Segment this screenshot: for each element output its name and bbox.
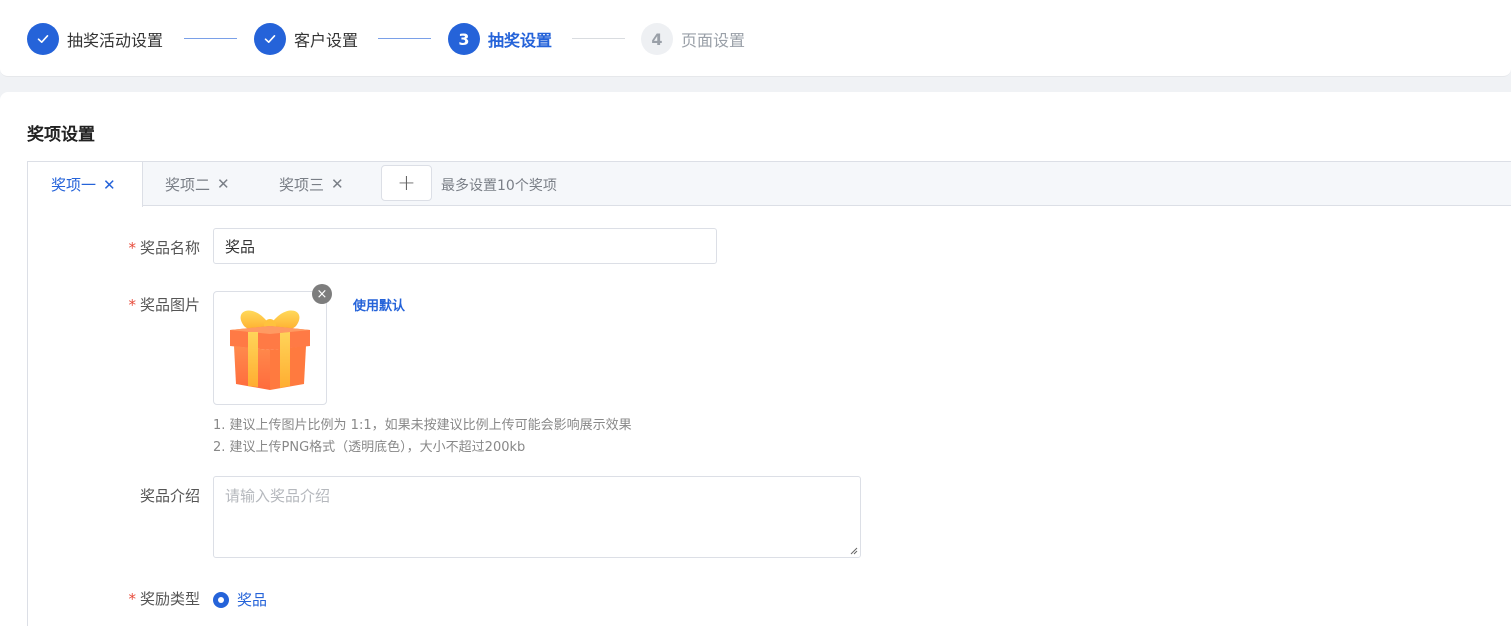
tab-header: 奖项一 ✕ 奖项二 ✕ 奖项三 ✕ + 最多设置10个奖项 [28, 162, 1511, 207]
step-1[interactable]: 抽奖活动设置 [27, 23, 163, 55]
required-mark: * [128, 296, 136, 314]
tab-label: 奖项三 [279, 175, 325, 194]
step-number: 4 [641, 23, 673, 55]
image-tip-1: 1. 建议上传图片比例为 1:1，如果未按建议比例上传可能会影响展示效果 [213, 418, 632, 433]
check-icon [27, 23, 59, 55]
resize-handle-icon[interactable] [850, 547, 858, 555]
tab-prize-3[interactable]: 奖项三 ✕ [279, 162, 344, 206]
prize-image-label: * 奖品图片 [80, 294, 200, 315]
step-4[interactable]: 4 页面设置 [641, 23, 745, 55]
required-mark: * [128, 239, 136, 257]
close-icon[interactable]: ✕ [103, 176, 116, 194]
prize-tabs: 奖项一 ✕ 奖项二 ✕ 奖项三 ✕ + 最多设置10个奖项 * 奖品名称 奖品 *… [27, 161, 1511, 626]
label-text: 奖品名称 [139, 239, 200, 257]
prize-intro-textarea[interactable]: 请输入奖品介绍 [213, 476, 861, 558]
prize-intro-label: 奖品介绍 [80, 485, 200, 506]
remove-image-button[interactable]: × [312, 284, 332, 304]
gift-icon [230, 310, 310, 390]
tab-label: 奖项二 [165, 175, 211, 194]
tab-label: 奖项一 [51, 176, 97, 194]
step-connector [378, 38, 431, 39]
reward-type-radio[interactable]: 奖品 [213, 589, 267, 610]
prize-name-input[interactable]: 奖品 [213, 228, 717, 264]
step-label: 客户设置 [294, 31, 359, 50]
image-tip-2: 2. 建议上传PNG格式（透明底色），大小不超过200kb [213, 440, 526, 455]
tab-limit-hint: 最多设置10个奖项 [441, 178, 557, 194]
prize-name-label: * 奖品名称 [80, 237, 200, 258]
step-connector [572, 38, 625, 39]
check-icon [254, 23, 286, 55]
radio-selected-icon[interactable] [213, 591, 229, 608]
label-text: 奖品介绍 [139, 487, 200, 505]
radio-label: 奖品 [237, 591, 268, 609]
prize-image-upload[interactable] [213, 291, 327, 405]
tab-prize-2[interactable]: 奖项二 ✕ [165, 162, 230, 206]
prize-settings-card: 奖项设置 奖项一 ✕ 奖项二 ✕ 奖项三 ✕ + 最多设置10个奖项 * 奖品名称… [0, 92, 1511, 626]
step-label: 抽奖设置 [488, 31, 553, 50]
label-text: 奖品图片 [139, 296, 200, 314]
required-mark: * [128, 590, 136, 608]
step-label: 抽奖活动设置 [67, 31, 164, 50]
add-tab-button[interactable]: + [381, 165, 432, 201]
close-icon[interactable]: ✕ [331, 175, 344, 193]
section-title: 奖项设置 [27, 125, 95, 145]
close-icon[interactable]: ✕ [217, 175, 230, 193]
label-text: 奖励类型 [139, 590, 200, 608]
step-2[interactable]: 客户设置 [254, 23, 358, 55]
step-connector [184, 38, 237, 39]
step-3[interactable]: 3 抽奖设置 [448, 23, 552, 55]
step-label: 页面设置 [681, 31, 746, 50]
tab-prize-1[interactable]: 奖项一 ✕ [28, 162, 143, 207]
reward-type-label: * 奖励类型 [80, 588, 200, 609]
use-default-link[interactable]: 使用默认 [353, 295, 405, 314]
steps-bar: 抽奖活动设置 客户设置 3 抽奖设置 4 页面设置 [0, 0, 1511, 77]
step-number: 3 [448, 23, 480, 55]
